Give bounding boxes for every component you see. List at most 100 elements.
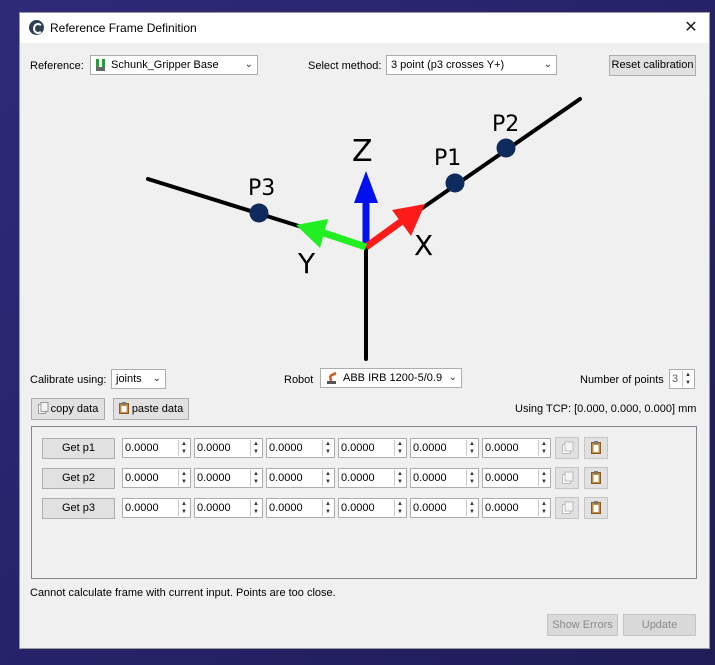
get-p3-button[interactable]: Get p3 bbox=[42, 498, 115, 519]
p2-label: P2 bbox=[492, 112, 519, 137]
reference-select[interactable]: Schunk_Gripper Base ⌄ bbox=[90, 55, 258, 75]
get-p2-button[interactable]: Get p2 bbox=[42, 468, 115, 489]
z-axis-arrow bbox=[354, 171, 378, 247]
p3-value-field[interactable]: 0.0000 ▲ ▼ bbox=[482, 498, 551, 518]
stepper-arrows-icon[interactable]: ▲ ▼ bbox=[250, 440, 261, 456]
update-button[interactable]: Update bbox=[623, 614, 696, 636]
window-title: Reference Frame Definition bbox=[50, 21, 197, 35]
y-axis-label: Y bbox=[297, 247, 316, 280]
field-value: 0.0000 bbox=[269, 502, 303, 514]
gripper-icon bbox=[96, 59, 105, 71]
number-of-points-label: Number of points bbox=[580, 374, 664, 386]
paste-data-button[interactable]: paste data bbox=[113, 398, 189, 420]
get-p1-button[interactable]: Get p1 bbox=[42, 438, 115, 459]
p2-value-field[interactable]: 0.0000 ▲ ▼ bbox=[338, 468, 407, 488]
field-value: 0.0000 bbox=[269, 442, 303, 454]
p1-value-field[interactable]: 0.0000 ▲ ▼ bbox=[266, 438, 335, 458]
stepper-arrows-icon[interactable]: ▲ ▼ bbox=[466, 440, 477, 456]
field-value: 0.0000 bbox=[341, 472, 375, 484]
points-panel: Get p1 0.0000 ▲ ▼ 0.0000 ▲ ▼ 0.0000 ▲ ▼ 0.0000 ▲ ▼ 0.… bbox=[31, 426, 697, 579]
reference-value: Schunk_Gripper Base bbox=[111, 59, 219, 71]
field-value: 0.0000 bbox=[413, 472, 447, 484]
close-button[interactable]: ✕ bbox=[673, 13, 709, 43]
p1-value-field[interactable]: 0.0000 ▲ ▼ bbox=[410, 438, 479, 458]
p3-value-field[interactable]: 0.0000 ▲ ▼ bbox=[338, 498, 407, 518]
stepper-arrows-icon[interactable]: ▲ ▼ bbox=[178, 470, 189, 486]
stepper-arrows-icon[interactable]: ▲ ▼ bbox=[322, 500, 333, 516]
stepper-arrows-icon[interactable]: ▲ ▼ bbox=[538, 500, 549, 516]
p3-label: P3 bbox=[248, 176, 275, 201]
field-value: 0.0000 bbox=[341, 502, 375, 514]
p2-value-field[interactable]: 0.0000 ▲ ▼ bbox=[194, 468, 263, 488]
field-value: 0.0000 bbox=[413, 502, 447, 514]
point-p1-marker bbox=[445, 173, 465, 193]
copy-row-button[interactable] bbox=[555, 437, 579, 459]
stepper-arrows-icon[interactable]: ▲ ▼ bbox=[250, 500, 261, 516]
z-axis-label: Z bbox=[352, 134, 373, 169]
calibrate-using-value: joints bbox=[116, 373, 142, 385]
p1-label: P1 bbox=[434, 146, 461, 171]
copy-data-label: copy data bbox=[50, 403, 99, 415]
number-of-points-stepper[interactable]: 3 ▲ ▼ bbox=[669, 369, 695, 389]
copy-data-button[interactable]: copy data bbox=[31, 398, 105, 420]
field-value: 0.0000 bbox=[485, 502, 519, 514]
method-label: Select method: bbox=[308, 60, 382, 72]
status-message: Cannot calculate frame with current inpu… bbox=[30, 587, 336, 599]
point-p2-marker bbox=[496, 138, 516, 158]
p2-value-field[interactable]: 0.0000 ▲ ▼ bbox=[266, 468, 335, 488]
field-value: 0.0000 bbox=[125, 442, 159, 454]
p1-value-field[interactable]: 0.0000 ▲ ▼ bbox=[482, 438, 551, 458]
p3-value-field[interactable]: 0.0000 ▲ ▼ bbox=[410, 498, 479, 518]
robot-select[interactable]: ABB IRB 1200-5/0.9 ⌄ bbox=[320, 368, 462, 388]
stepper-arrows-icon[interactable]: ▲ ▼ bbox=[466, 500, 477, 516]
p3-value-field[interactable]: 0.0000 ▲ ▼ bbox=[194, 498, 263, 518]
robot-label: Robot bbox=[284, 374, 314, 386]
stepper-arrows-icon[interactable]: ▲ ▼ bbox=[394, 470, 405, 486]
p1-value-field[interactable]: 0.0000 ▲ ▼ bbox=[122, 438, 191, 458]
frame-diagram: Z X Y P1 P2 P3 bbox=[146, 97, 582, 361]
robot-arm-icon bbox=[327, 371, 337, 384]
stepper-arrows-icon[interactable]: ▲ ▼ bbox=[250, 470, 261, 486]
field-value: 0.0000 bbox=[197, 502, 231, 514]
p2-value-field[interactable]: 0.0000 ▲ ▼ bbox=[122, 468, 191, 488]
stepper-arrows-icon[interactable]: ▲ ▼ bbox=[538, 440, 549, 456]
stepper-arrows-icon[interactable]: ▲ ▼ bbox=[394, 440, 405, 456]
method-select[interactable]: 3 point (p3 crosses Y+) ⌄ bbox=[386, 55, 557, 75]
chevron-down-icon: ⌄ bbox=[448, 372, 457, 383]
stepper-arrows-icon[interactable]: ▲ ▼ bbox=[322, 470, 333, 486]
method-value: 3 point (p3 crosses Y+) bbox=[391, 59, 505, 71]
clipboard-icon bbox=[118, 402, 129, 414]
p1-value-field[interactable]: 0.0000 ▲ ▼ bbox=[338, 438, 407, 458]
y-axis-arrow bbox=[296, 219, 368, 251]
copy-icon bbox=[562, 501, 574, 514]
app-logo-icon bbox=[29, 20, 44, 35]
stepper-arrows-icon[interactable]: ▲ ▼ bbox=[178, 440, 189, 456]
p3-value-field[interactable]: 0.0000 ▲ ▼ bbox=[266, 498, 335, 518]
stepper-arrows-icon[interactable]: ▲ ▼ bbox=[178, 500, 189, 516]
show-errors-button[interactable]: Show Errors bbox=[547, 614, 618, 636]
stepper-arrows-icon[interactable]: ▲ ▼ bbox=[322, 440, 333, 456]
reference-label: Reference: bbox=[30, 60, 84, 72]
robot-value: ABB IRB 1200-5/0.9 bbox=[343, 372, 443, 384]
x-axis-label: X bbox=[414, 229, 433, 262]
copy-row-button[interactable] bbox=[555, 497, 579, 519]
stepper-arrows-icon[interactable]: ▲ ▼ bbox=[538, 470, 549, 486]
paste-row-button[interactable] bbox=[584, 467, 608, 489]
calibrate-using-select[interactable]: joints ⌄ bbox=[111, 369, 166, 389]
p2-value-field[interactable]: 0.0000 ▲ ▼ bbox=[482, 468, 551, 488]
p2-value-field[interactable]: 0.0000 ▲ ▼ bbox=[410, 468, 479, 488]
field-value: 0.0000 bbox=[269, 472, 303, 484]
field-value: 0.0000 bbox=[197, 442, 231, 454]
p3-value-field[interactable]: 0.0000 ▲ ▼ bbox=[122, 498, 191, 518]
copy-icon bbox=[562, 471, 574, 484]
paste-row-button[interactable] bbox=[584, 437, 608, 459]
number-of-points-value: 3 bbox=[672, 373, 679, 385]
p1-value-field[interactable]: 0.0000 ▲ ▼ bbox=[194, 438, 263, 458]
field-value: 0.0000 bbox=[197, 472, 231, 484]
stepper-arrows-icon[interactable]: ▲ ▼ bbox=[394, 500, 405, 516]
paste-row-button[interactable] bbox=[584, 497, 608, 519]
paste-data-label: paste data bbox=[131, 403, 184, 415]
stepper-arrows-icon[interactable]: ▲ ▼ bbox=[466, 470, 477, 486]
copy-row-button[interactable] bbox=[555, 467, 579, 489]
field-value: 0.0000 bbox=[413, 442, 447, 454]
